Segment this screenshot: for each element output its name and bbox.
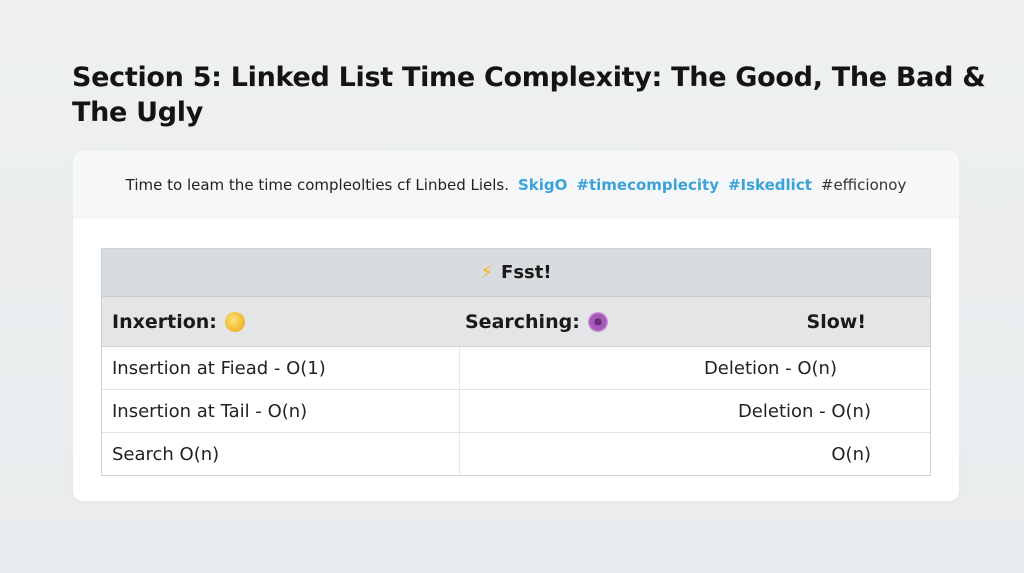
card-header: Time to leam the time compleolties cf Li… — [73, 151, 959, 219]
complexity-table: ⚡ Fsst! Inxertion: Searching: Slow! Inse… — [101, 248, 931, 476]
insertion-header-label: Inxertion: — [112, 310, 217, 333]
grimace-emoji-icon — [224, 311, 245, 332]
header-cell-searching: Searching: — [465, 297, 608, 346]
content-card: Time to leam the time compleolties cf Li… — [73, 151, 959, 501]
row-cell-left: Insertion at Fiead - O(1) — [112, 357, 326, 379]
table-row: Search O(n) O(n) — [102, 433, 930, 475]
hashtag-linkedlist[interactable]: #Iskedlict — [728, 176, 812, 194]
header-cell-slow: Slow! — [807, 297, 866, 346]
hashtag-timecomplexity[interactable]: #timecomplecity — [576, 176, 719, 194]
column-divider — [459, 347, 460, 389]
slow-header-label: Slow! — [806, 310, 866, 333]
purple-circle-emoji-icon — [587, 311, 608, 332]
row-cell-right: O(n) — [831, 443, 871, 465]
column-divider — [459, 390, 460, 432]
column-divider — [459, 433, 460, 475]
hashtag-sigo[interactable]: SkigO — [518, 176, 567, 194]
lightning-icon: ⚡ — [480, 262, 494, 283]
row-cell-left: Search O(n) — [112, 443, 220, 465]
row-cell-left: Insertion at Tail - O(n) — [112, 400, 308, 422]
table-row: Insertion at Tail - O(n) Deletion - O(n) — [102, 390, 930, 433]
hashtag-efficiency[interactable]: #efficionoy — [821, 176, 906, 194]
header-cell-insertion: Inxertion: — [112, 297, 245, 346]
row-cell-right: Deletion - O(n) — [703, 357, 837, 379]
row-cell-right: Deletion - O(n) — [737, 400, 871, 422]
table-row: Insertion at Fiead - O(1) Deletion - O(n… — [102, 347, 930, 390]
searching-header-label: Searching: — [465, 310, 580, 333]
table-header-row: Inxertion: Searching: Slow! — [102, 297, 930, 347]
page-title: Section 5: Linked List Time Complexity: … — [72, 62, 986, 128]
header-description: Time to leam the time compleolties cf Li… — [125, 176, 509, 194]
fast-banner-row: ⚡ Fsst! — [102, 249, 930, 297]
fast-label: Fsst! — [501, 262, 552, 283]
